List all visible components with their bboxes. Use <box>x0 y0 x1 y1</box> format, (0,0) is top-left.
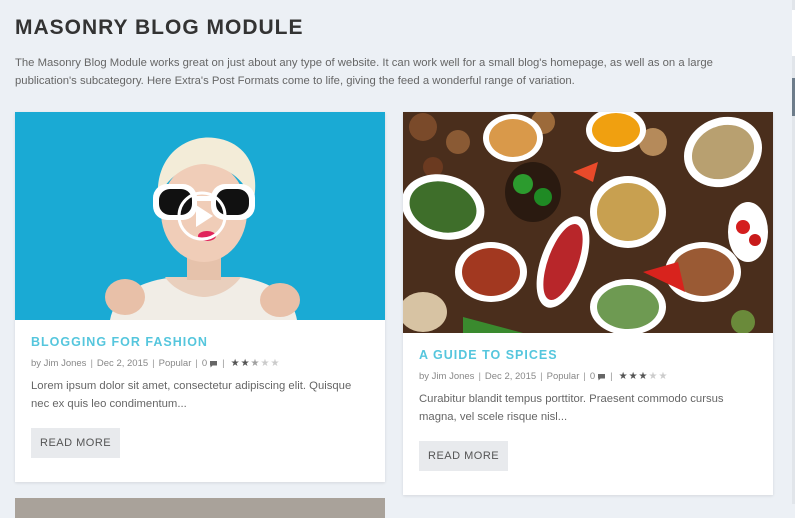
star-icon[interactable]: ★ <box>629 371 638 382</box>
star-icon[interactable]: ★ <box>251 358 260 369</box>
post-thumbnail[interactable] <box>403 112 773 333</box>
post-author[interactable]: by Jim Jones <box>419 371 474 382</box>
meta-separator: | <box>583 371 586 382</box>
comment-count[interactable]: 0 <box>590 371 595 382</box>
star-icon[interactable]: ★ <box>619 371 628 382</box>
star-icon[interactable]: ★ <box>639 371 648 382</box>
spices-photo <box>403 112 773 333</box>
module-description: The Masonry Blog Module works great on j… <box>15 57 713 87</box>
post-date: Dec 2, 2015 <box>484 371 537 382</box>
meta-separator: | <box>610 371 613 382</box>
post-card: BLOGGING FOR FASHION by Jim Jones | Dec … <box>15 112 385 482</box>
meta-separator: | <box>540 371 543 382</box>
post-excerpt: Curabitur blandit tempus porttitor. Prae… <box>419 393 724 423</box>
meta-separator: | <box>222 358 225 369</box>
comment-icon <box>210 360 218 367</box>
post-author[interactable]: by Jim Jones <box>31 358 86 369</box>
post-thumbnail[interactable] <box>15 112 385 320</box>
meta-separator: | <box>195 358 198 369</box>
meta-separator: | <box>478 371 481 382</box>
star-icon[interactable]: ★ <box>649 371 658 382</box>
post-excerpt: Lorem ipsum dolor sit amet, consectetur … <box>31 380 352 410</box>
star-icon[interactable]: ★ <box>241 358 250 369</box>
star-icon[interactable]: ★ <box>658 371 667 382</box>
post-meta: by Jim Jones | Dec 2, 2015 | Popular | 0… <box>31 358 369 369</box>
post-title[interactable]: BLOGGING FOR FASHION <box>31 335 369 349</box>
post-meta: by Jim Jones | Dec 2, 2015 | Popular | 0… <box>419 371 757 382</box>
rating-stars[interactable]: ★ ★ ★ ★ ★ <box>231 358 280 369</box>
star-icon[interactable]: ★ <box>231 358 240 369</box>
post-category[interactable]: Popular <box>547 371 580 382</box>
post-title[interactable]: A GUIDE TO SPICES <box>419 348 757 362</box>
comment-count[interactable]: 0 <box>202 358 207 369</box>
star-icon[interactable]: ★ <box>270 358 279 369</box>
module-title: MASONRY BLOG MODULE <box>15 16 304 39</box>
star-icon[interactable]: ★ <box>261 358 270 369</box>
meta-separator: | <box>152 358 155 369</box>
post-body: BLOGGING FOR FASHION by Jim Jones | Dec … <box>15 320 385 458</box>
post-body: A GUIDE TO SPICES by Jim Jones | Dec 2, … <box>403 333 773 471</box>
rating-stars[interactable]: ★ ★ ★ ★ ★ <box>619 371 668 382</box>
meta-separator: | <box>90 358 93 369</box>
read-more-button[interactable]: READ MORE <box>31 428 121 458</box>
comment-icon <box>598 373 606 380</box>
play-icon[interactable] <box>176 190 228 242</box>
post-category[interactable]: Popular <box>159 358 192 369</box>
post-date: Dec 2, 2015 <box>96 358 149 369</box>
post-card: A GUIDE TO SPICES by Jim Jones | Dec 2, … <box>403 112 773 495</box>
read-more-button[interactable]: READ MORE <box>419 441 509 471</box>
post-thumbnail-partial[interactable] <box>15 498 385 518</box>
